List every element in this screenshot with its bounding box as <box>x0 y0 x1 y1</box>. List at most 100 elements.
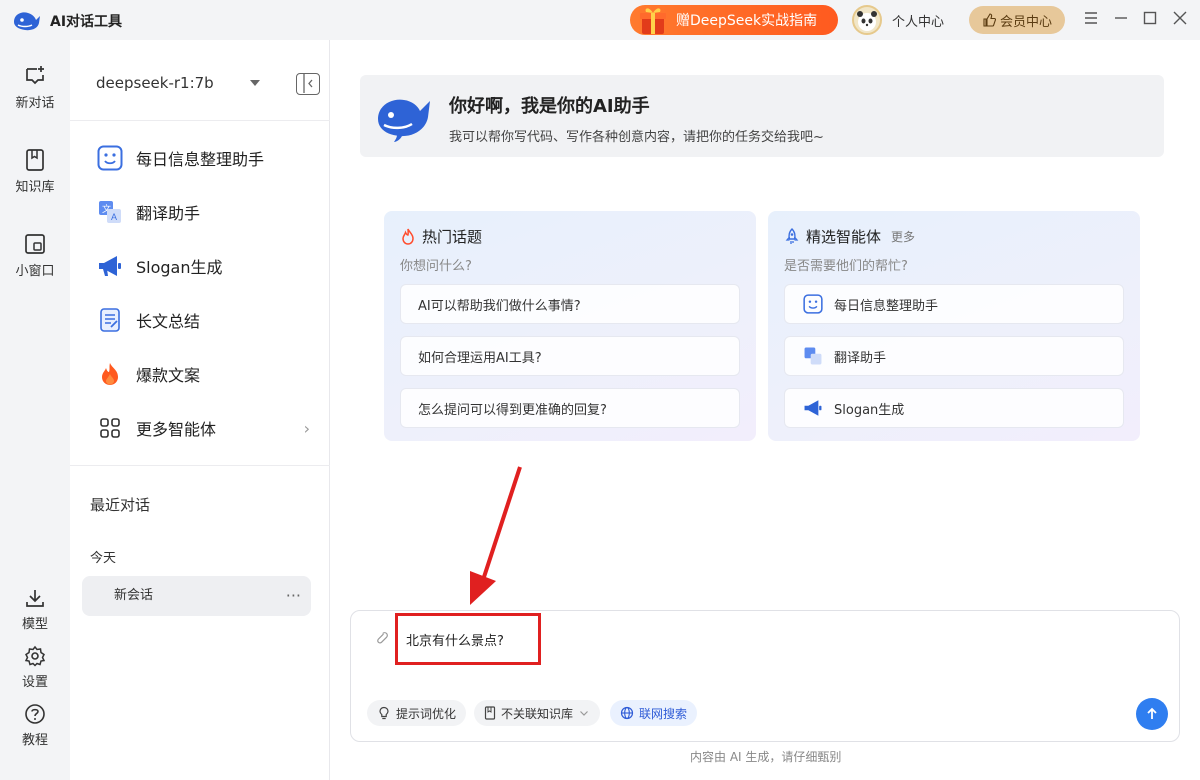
arrow-up-icon <box>1147 707 1157 719</box>
smile-face-icon <box>96 144 124 172</box>
more-options-icon[interactable]: ··· <box>286 576 301 616</box>
hot-topics-header: 热门话题 <box>400 226 482 247</box>
today-label: 今天 <box>90 551 117 566</box>
featured-agents-title: 精选智能体 <box>806 228 882 246</box>
vip-button[interactable]: 会员中心 <box>969 6 1065 34</box>
featured-agent-item[interactable]: Slogan生成 <box>784 388 1124 428</box>
prompt-optimize-button[interactable]: 提示词优化 <box>367 700 467 726</box>
sidebar-item-slogan[interactable]: Slogan生成 <box>96 251 310 281</box>
globe-icon <box>620 706 634 720</box>
promo-label: 赠DeepSeek实战指南 <box>676 13 818 29</box>
minimize-icon[interactable] <box>1111 10 1131 30</box>
featured-agents-card: 精选智能体 更多 是否需要他们的帮忙? 每日信息整理助手 翻译助手 Slogan… <box>768 211 1140 441</box>
featured-agent-label: 每日信息整理助手 <box>834 298 939 314</box>
welcome-subtitle: 我可以帮你写代码、写作各种创意内容，请把你的任务交给我吧~ <box>449 130 824 145</box>
rail-model[interactable]: 模型 <box>0 587 70 632</box>
knowledge-select-label: 不关联知识库 <box>501 706 574 721</box>
app-logo-icon <box>14 12 40 31</box>
rail-settings[interactable]: 设置 <box>0 645 70 690</box>
welcome-banner: 你好啊，我是你的AI助手 我可以帮你写代码、写作各种创意内容，请把你的任务交给我… <box>360 75 1164 157</box>
fire-icon <box>96 360 124 388</box>
featured-agents-more-link[interactable]: 更多 <box>891 228 915 245</box>
close-icon[interactable] <box>1170 10 1190 30</box>
rail-knowledge-label: 知识库 <box>15 180 55 195</box>
featured-agent-label: 翻译助手 <box>834 350 887 366</box>
profile-label: 个人中心 <box>892 14 945 30</box>
sidebar-item-label: 爆款文案 <box>136 366 201 385</box>
sidebar-item-viral-copy[interactable]: 爆款文案 <box>96 359 310 389</box>
help-icon <box>25 704 45 724</box>
hot-topics-subtitle: 你想问什么? <box>400 259 472 274</box>
book-icon <box>484 706 496 720</box>
rail-new-chat-label: 新对话 <box>15 96 55 111</box>
avatar <box>852 5 882 35</box>
download-icon <box>26 590 44 607</box>
panda-icon <box>857 11 877 31</box>
hot-topics-card: 热门话题 你想问什么? AI可以帮助我们做什么事情? 如何合理运用AI工具? 怎… <box>384 211 756 441</box>
divider <box>70 465 330 466</box>
chevron-right-icon: › <box>303 418 310 438</box>
attachment-icon[interactable] <box>375 631 389 645</box>
app-title: AI对话工具 <box>50 14 123 30</box>
chevron-down-icon[interactable] <box>250 80 260 86</box>
translate-icon <box>802 345 824 367</box>
rail-knowledge[interactable]: 知识库 <box>0 148 70 195</box>
web-search-toggle[interactable]: 联网搜索 <box>610 700 698 726</box>
smile-face-icon <box>802 293 824 315</box>
annotation-highlight-box <box>395 613 541 665</box>
sidebar-item-label: 长文总结 <box>136 312 201 331</box>
featured-agent-item[interactable]: 每日信息整理助手 <box>784 284 1124 324</box>
book-icon <box>26 149 44 171</box>
promo-button[interactable]: 赠DeepSeek实战指南 <box>630 5 838 35</box>
knowledge-select[interactable]: 不关联知识库 <box>474 700 601 726</box>
chevron-down-icon <box>580 711 588 716</box>
fire-icon <box>402 228 414 245</box>
hot-topic-item[interactable]: 怎么提问可以得到更准确的回复? <box>400 388 740 428</box>
svg-text:A: A <box>111 212 117 222</box>
divider <box>70 120 330 121</box>
new-chat-icon <box>26 66 44 85</box>
annotation-arrow <box>470 466 522 605</box>
collapse-sidebar-icon[interactable] <box>296 73 320 95</box>
gear-icon <box>24 645 46 667</box>
rail-new-chat[interactable]: 新对话 <box>0 64 70 111</box>
vip-label: 会员中心 <box>999 14 1052 30</box>
title-bar: AI对话工具 赠DeepSeek实战指南 个人中心 会员中心 <box>0 0 1200 40</box>
sidebar-item-translate[interactable]: 文A 翻译助手 <box>96 197 310 227</box>
rail-tutorial[interactable]: 教程 <box>0 703 70 748</box>
sidebar-item-label: 更多智能体 <box>136 420 217 439</box>
featured-agent-item[interactable]: 翻译助手 <box>784 336 1124 376</box>
session-item[interactable]: 新会话 ··· <box>82 576 311 616</box>
hot-topic-item[interactable]: 如何合理运用AI工具? <box>400 336 740 376</box>
sidebar-item-label: Slogan生成 <box>136 258 223 277</box>
profile-button[interactable]: 个人中心 <box>852 5 944 35</box>
gift-icon <box>640 8 666 34</box>
sidebar-item-more-agents[interactable]: 更多智能体 › <box>96 413 310 443</box>
rail-mini-window-label: 小窗口 <box>15 264 55 279</box>
sidebar-item-summary[interactable]: 长文总结 <box>96 305 310 335</box>
sidebar-item-daily-info[interactable]: 每日信息整理助手 <box>96 143 310 173</box>
featured-agents-header: 精选智能体 更多 <box>784 226 915 247</box>
rail-settings-label: 设置 <box>21 675 48 690</box>
translate-icon: 文A <box>96 198 124 226</box>
rail-mini-window[interactable]: 小窗口 <box>0 232 70 279</box>
grid-icon <box>96 414 124 442</box>
prompt-optimize-label: 提示词优化 <box>396 706 457 721</box>
sidebar-item-label: 翻译助手 <box>136 204 201 223</box>
menu-icon[interactable] <box>1081 10 1101 30</box>
mini-window-icon <box>25 234 45 254</box>
megaphone-icon <box>96 252 124 280</box>
recent-title: 最近对话 <box>90 496 151 514</box>
maximize-icon[interactable] <box>1140 10 1160 30</box>
hot-topics-title: 热门话题 <box>422 228 483 246</box>
send-button[interactable] <box>1136 698 1168 730</box>
megaphone-icon <box>802 397 824 419</box>
featured-agents-subtitle: 是否需要他们的帮忙? <box>784 259 908 274</box>
web-search-label: 联网搜索 <box>639 706 688 721</box>
rail-model-label: 模型 <box>21 617 48 632</box>
model-select[interactable]: deepseek-r1:7b <box>96 74 214 92</box>
welcome-title: 你好啊，我是你的AI助手 <box>449 96 650 117</box>
whale-logo-icon <box>378 99 430 142</box>
hot-topic-item[interactable]: AI可以帮助我们做什么事情? <box>400 284 740 324</box>
rocket-icon <box>785 228 799 244</box>
